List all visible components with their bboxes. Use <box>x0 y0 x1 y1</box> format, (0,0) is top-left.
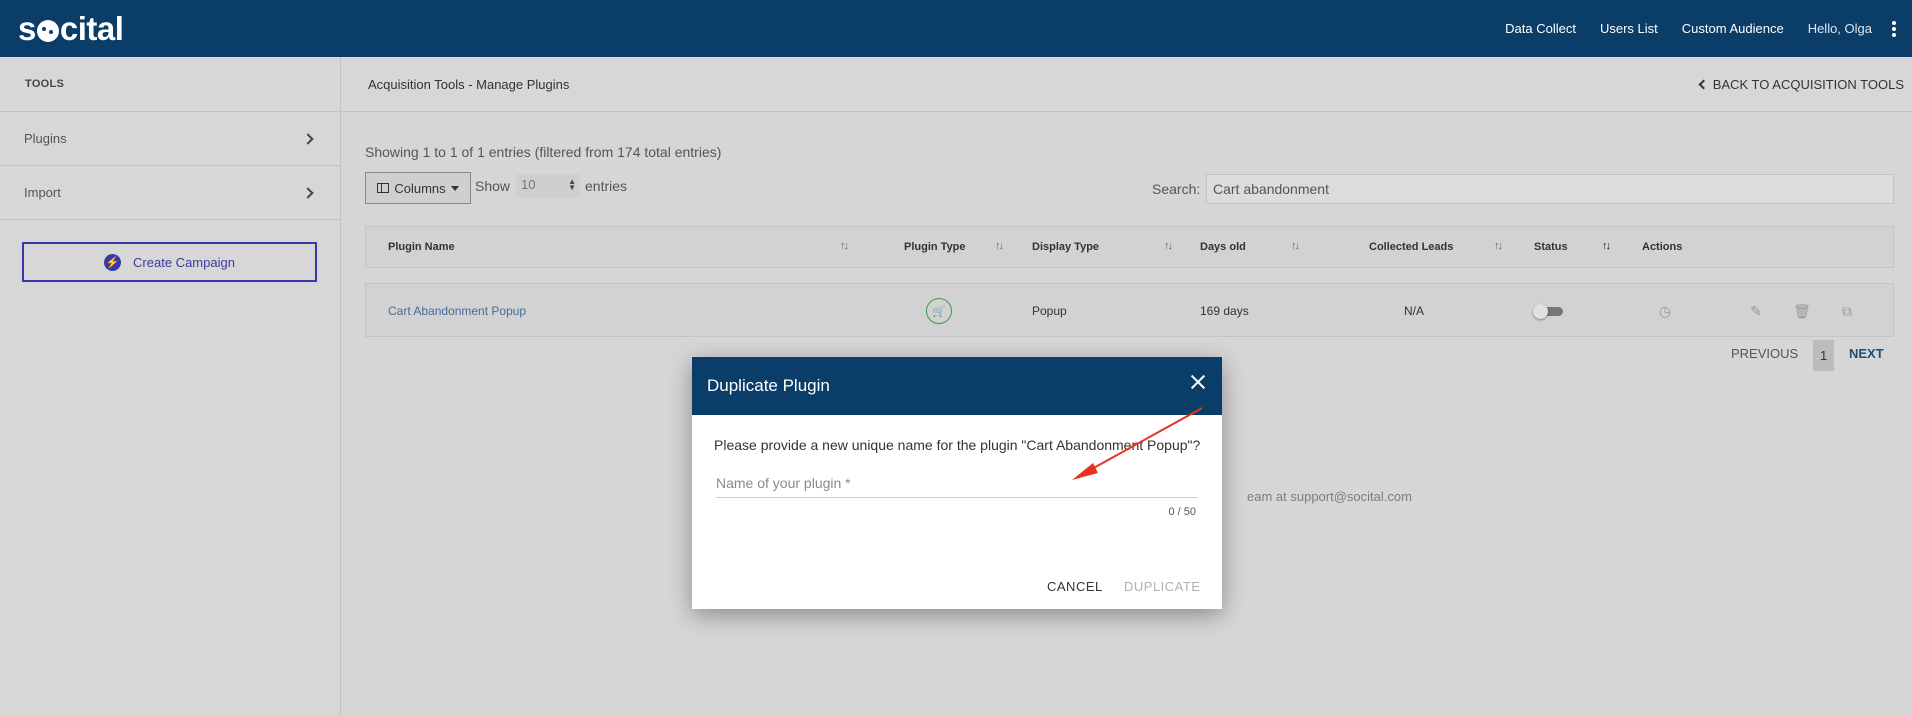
page-size-select[interactable]: 10 ▲ ▼ <box>516 174 580 198</box>
lightning-icon: ⚡ <box>104 253 122 271</box>
edit-pencil-icon[interactable]: ✎ <box>1747 302 1765 320</box>
chevron-right-icon <box>302 186 314 199</box>
pagination-next[interactable]: NEXT <box>1849 346 1884 361</box>
table-header: Plugin Name ↑↓ Plugin Type ↑↓ Display Ty… <box>365 226 1894 268</box>
chevron-right-icon <box>302 132 314 145</box>
duplicate-button[interactable]: DUPLICATE <box>1124 579 1201 594</box>
search-input[interactable] <box>1206 174 1894 204</box>
table-row: Cart Abandonment Popup 🛒 Popup 169 days … <box>365 283 1894 337</box>
sidebar-item-label: Plugins <box>24 131 67 146</box>
create-campaign-button[interactable]: ⚡ Create Campaign <box>22 242 317 282</box>
col-plugin-name[interactable]: Plugin Name <box>388 241 455 253</box>
search-label: Search: <box>1152 181 1201 197</box>
col-collected-leads[interactable]: Collected Leads <box>1369 241 1453 253</box>
page-size-value: 10 <box>521 177 536 192</box>
sort-icon[interactable]: ↑↓ <box>1494 240 1503 252</box>
nav-users-list[interactable]: Users List <box>1600 21 1658 36</box>
back-to-acquisition-tools-link[interactable]: BACK TO ACQUISITION TOOLS <box>1698 77 1904 92</box>
cancel-button[interactable]: CANCEL <box>1047 579 1103 594</box>
dialog-message: Please provide a new unique name for the… <box>714 437 1201 453</box>
display-type-cell: Popup <box>1032 304 1067 318</box>
breadcrumb: Acquisition Tools - Manage Plugins <box>368 77 570 92</box>
nav-data-collect[interactable]: Data Collect <box>1505 21 1576 36</box>
close-icon[interactable] <box>1190 374 1206 390</box>
pagination-page-1[interactable]: 1 <box>1813 340 1835 371</box>
character-counter: 0 / 50 <box>1168 506 1196 518</box>
delete-trash-icon[interactable]: 🗑 <box>1793 302 1811 320</box>
col-days-old[interactable]: Days old <box>1200 241 1246 253</box>
sort-icon[interactable]: ↑↓ <box>1164 240 1173 252</box>
sort-icon[interactable]: ↑↓ <box>840 240 849 252</box>
create-campaign-label: Create Campaign <box>133 254 235 270</box>
logo-text-end: cital <box>59 10 124 47</box>
dialog-title: Duplicate Plugin <box>707 376 830 395</box>
user-greeting[interactable]: Hello, Olga <box>1808 21 1872 36</box>
logo-text-start: s <box>18 10 36 47</box>
top-bar: s cital Data Collect Users List Custom Au… <box>0 0 1912 57</box>
top-nav: Data Collect Users List Custom Audience … <box>1481 0 1872 57</box>
show-label: Show <box>475 178 511 194</box>
entries-label: entries <box>585 178 628 194</box>
sidebar-item-import[interactable]: Import <box>0 166 340 220</box>
plugin-name-input[interactable] <box>716 468 1198 498</box>
col-plugin-type[interactable]: Plugin Type <box>904 241 966 253</box>
col-display-type[interactable]: Display Type <box>1032 241 1099 253</box>
dialog-header: Duplicate Plugin <box>692 357 1222 415</box>
duplicate-copy-icon[interactable]: ⧉ <box>1838 302 1856 320</box>
toggle-knob <box>1533 304 1548 319</box>
schedule-clock-icon[interactable]: ◷ <box>1656 302 1674 320</box>
caret-down-icon <box>450 185 459 191</box>
collected-leads-cell: N/A <box>1404 304 1425 318</box>
sidebar-item-plugins[interactable]: Plugins <box>0 112 340 166</box>
chevron-left-icon <box>1698 79 1709 90</box>
plugin-name-link[interactable]: Cart Abandonment Popup <box>388 304 526 318</box>
nav-custom-audience[interactable]: Custom Audience <box>1682 21 1784 36</box>
col-status[interactable]: Status <box>1534 241 1568 253</box>
spinner-arrows-icon: ▲ ▼ <box>568 177 576 192</box>
status-toggle[interactable] <box>1533 304 1565 319</box>
sidebar: TOOLS Plugins Import ⚡ Create Campaign <box>0 57 341 715</box>
columns-label: Columns <box>394 180 446 196</box>
sidebar-title: TOOLS <box>0 57 340 112</box>
columns-icon <box>377 183 390 193</box>
days-old-cell: 169 days <box>1200 304 1249 318</box>
page-subheader: Acquisition Tools - Manage Plugins BACK … <box>342 57 1912 112</box>
sidebar-item-label: Import <box>24 185 61 200</box>
columns-button[interactable]: Columns <box>365 172 471 204</box>
back-label: BACK TO ACQUISITION TOOLS <box>1712 77 1904 92</box>
sort-icon[interactable]: ↑↓ <box>995 240 1004 252</box>
table-info: Showing 1 to 1 of 1 entries (filtered fr… <box>365 144 722 160</box>
socital-logo[interactable]: s cital <box>18 10 124 48</box>
sort-ascending-icon[interactable]: ↑↓ <box>1602 240 1611 252</box>
duplicate-plugin-dialog: Duplicate Plugin Please provide a new un… <box>692 357 1222 609</box>
col-actions: Actions <box>1642 241 1683 253</box>
sort-icon[interactable]: ↑↓ <box>1291 240 1300 252</box>
support-footer-text: eam at support@socital.com <box>1247 489 1412 504</box>
pagination-previous[interactable]: PREVIOUS <box>1731 346 1798 361</box>
shopping-cart-icon: 🛒 <box>926 298 952 324</box>
more-menu-icon[interactable] <box>1892 21 1896 37</box>
logo-o-icon <box>36 20 59 42</box>
